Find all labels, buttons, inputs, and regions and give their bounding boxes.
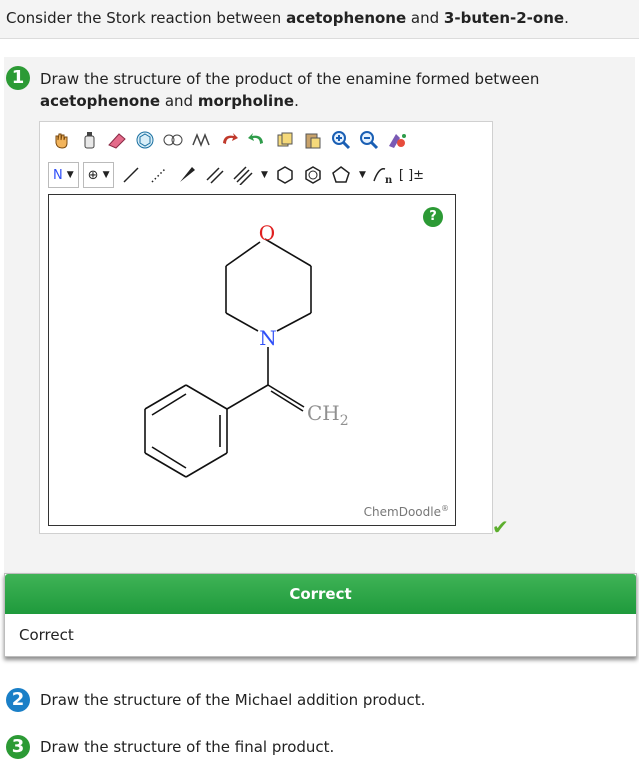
chemdoodle-sketcher: N ▼ ⊕ ▼ ▼ ▼ n [ ]± ? O N CH2 ChemDoodle® [39, 121, 493, 534]
atom-label-ch2: CH2 [307, 401, 349, 429]
step-1-number: 1 [6, 66, 30, 90]
chevron-down-icon[interactable]: ▼ [356, 162, 368, 188]
cyclohexane-icon[interactable] [272, 162, 298, 188]
atom-label-oxygen: O [259, 221, 275, 245]
repeat-unit-icon[interactable]: n [370, 162, 396, 188]
zoom-in-icon[interactable] [328, 127, 354, 153]
bond [226, 384, 269, 410]
bond [151, 446, 187, 469]
element-select[interactable]: N ▼ [48, 162, 79, 188]
reactant-2: 3-buten-2-one [443, 9, 565, 27]
atom-label-nitrogen: N [259, 326, 277, 350]
paste-icon[interactable] [300, 127, 326, 153]
hand-tool-icon[interactable] [48, 127, 74, 153]
bond [267, 384, 305, 408]
toolbar-bottom: N ▼ ⊕ ▼ ▼ ▼ n [ ]± [48, 160, 426, 190]
bond [225, 241, 261, 267]
step-3-prompt[interactable]: Draw the structure of the final product. [40, 736, 334, 758]
double-bond-icon[interactable] [202, 162, 228, 188]
copy-icon[interactable] [272, 127, 298, 153]
reactant-1: acetophenone [286, 9, 407, 27]
step-2-prompt[interactable]: Draw the structure of the Michael additi… [40, 689, 425, 711]
bond [225, 312, 259, 332]
triple-bond-icon[interactable] [230, 162, 256, 188]
drawing-canvas[interactable]: ? O N CH2 ChemDoodle® [48, 194, 456, 526]
single-bond-icon[interactable] [118, 162, 144, 188]
rings-icon[interactable] [160, 127, 186, 153]
bond [151, 393, 187, 416]
bond [276, 312, 312, 332]
chemdoodle-brand: ChemDoodle® [363, 504, 449, 519]
step-1-prompt: Draw the structure of the product of the… [40, 70, 540, 110]
plus-charge-icon: ⊕ [87, 167, 99, 183]
chevron-down-icon: ▼ [102, 170, 110, 180]
step-2-number: 2 [6, 688, 30, 712]
chevron-down-icon: ▼ [66, 170, 74, 180]
intro-text: Consider the Stork reaction between acet… [6, 9, 569, 27]
redo-icon[interactable] [244, 127, 270, 153]
chain-icon[interactable] [188, 127, 214, 153]
feedback-box: Correct Correct [4, 573, 637, 657]
template-wheel-icon[interactable] [132, 127, 158, 153]
charge-select[interactable]: ⊕ ▼ [82, 162, 115, 188]
step-3-number: 3 [6, 735, 30, 759]
bond [185, 384, 228, 410]
benzene-icon[interactable] [300, 162, 326, 188]
dashed-bond-icon[interactable] [146, 162, 172, 188]
bond [270, 390, 304, 412]
cyclopentane-icon[interactable] [328, 162, 354, 188]
undo-icon[interactable] [216, 127, 242, 153]
feedback-message: Correct [19, 626, 74, 644]
question-intro: Consider the Stork reaction between acet… [0, 0, 639, 39]
clear-bottle-icon[interactable] [76, 127, 102, 153]
wedge-bond-icon[interactable] [174, 162, 200, 188]
clean-structure-icon[interactable] [384, 127, 410, 153]
toolbar-top [48, 125, 412, 155]
eraser-icon[interactable] [104, 127, 130, 153]
molecule-structure: O N CH2 [144, 221, 349, 478]
bracket-charge-icon[interactable]: [ ]± [398, 162, 424, 188]
feedback-header: Correct [5, 574, 636, 614]
zoom-out-icon[interactable] [356, 127, 382, 153]
chevron-down-icon[interactable]: ▼ [258, 162, 270, 188]
svg-text:n: n [385, 175, 393, 185]
bond [185, 452, 228, 478]
checkmark-icon: ✔ [492, 515, 509, 539]
